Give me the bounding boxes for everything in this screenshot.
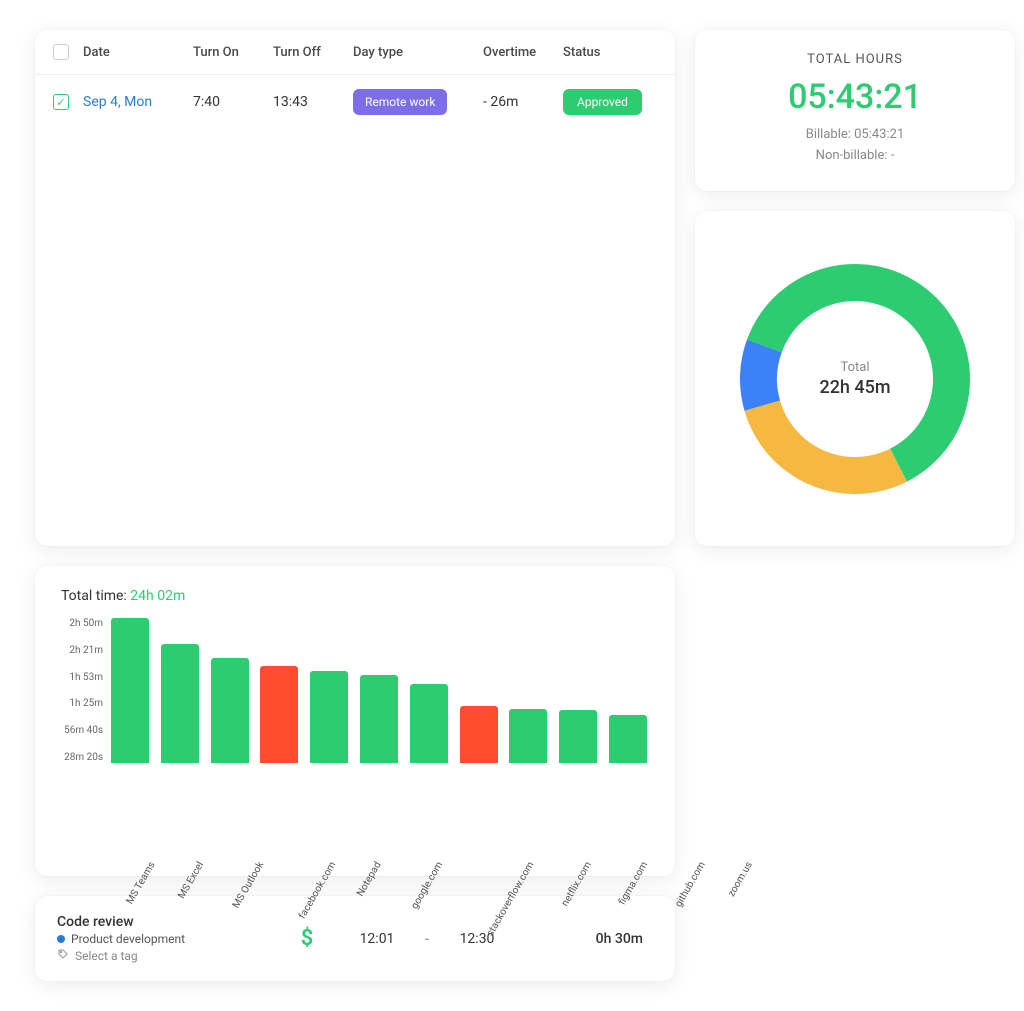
tag-icon	[57, 948, 69, 963]
header-turn-on: Turn On	[193, 45, 273, 60]
chart-title-prefix: Total time:	[61, 588, 130, 604]
row-turn-off: 13:43	[273, 94, 353, 110]
donut-center-label: Total	[819, 360, 890, 375]
select-all-checkbox[interactable]	[53, 44, 69, 60]
day-type-badge: Remote work	[353, 89, 447, 115]
time-dash: -	[417, 929, 437, 948]
chart-bar[interactable]	[109, 618, 151, 763]
attendance-header-row: Date Turn On Turn Off Day type Overtime …	[35, 30, 675, 75]
chart-bar[interactable]	[408, 618, 450, 763]
status-badge: Approved	[563, 89, 642, 115]
task-tag-placeholder: Select a tag	[75, 949, 138, 963]
total-hours-title: TOTAL HOURS	[717, 52, 993, 67]
chart-x-labels: MS TeamsMS ExcelMS Outlookfacebook.comNo…	[109, 854, 649, 914]
donut-segment[interactable]	[740, 339, 782, 410]
project-color-dot	[57, 935, 65, 943]
header-date: Date	[83, 45, 193, 60]
header-turn-off: Turn Off	[273, 45, 353, 60]
task-tag-selector[interactable]: Select a tag	[57, 948, 267, 963]
chart-bar[interactable]	[159, 618, 201, 763]
chart-title: Total time: 24h 02m	[61, 588, 649, 604]
task-project[interactable]: Product development	[57, 932, 267, 946]
attendance-row[interactable]: ✓ Sep 4, Mon 7:40 13:43 Remote work - 26…	[35, 75, 675, 129]
chart-bar[interactable]	[557, 618, 599, 763]
row-turn-on: 7:40	[193, 94, 273, 110]
chart-bar[interactable]	[209, 618, 251, 763]
total-hours-value: 05:43:21	[717, 77, 993, 117]
time-chart-card: Total time: 24h 02m 2h 50m2h 21m1h 53m1h…	[35, 566, 675, 876]
attendance-table: Date Turn On Turn Off Day type Overtime …	[35, 30, 675, 546]
row-date-link[interactable]: Sep 4, Mon	[83, 94, 193, 110]
donut-chart-card: Total 22h 45m	[695, 211, 1015, 546]
header-overtime: Overtime	[483, 45, 563, 60]
chart-bar[interactable]	[458, 618, 500, 763]
nonbillable-label: Non-billable: -	[717, 148, 993, 163]
row-overtime: - 26m	[483, 94, 563, 110]
chart-y-axis: 2h 50m2h 21m1h 53m1h 25m56m 40s28m 20s	[61, 618, 109, 763]
chart-bars	[109, 618, 649, 763]
task-project-label: Product development	[71, 932, 185, 946]
chart-bar[interactable]	[508, 618, 550, 763]
billable-label: Billable: 05:43:21	[717, 127, 993, 142]
chart-bar[interactable]	[358, 618, 400, 763]
chart-bar[interactable]	[607, 618, 649, 763]
header-status: Status	[563, 45, 663, 60]
donut-segment[interactable]	[744, 400, 906, 494]
chart-title-value: 24h 02m	[130, 588, 185, 604]
row-checkbox[interactable]: ✓	[53, 94, 69, 110]
chart-bar[interactable]	[258, 618, 300, 763]
total-hours-card: TOTAL HOURS 05:43:21 Billable: 05:43:21 …	[695, 30, 1015, 191]
header-day-type: Day type	[353, 45, 483, 60]
chart-bar[interactable]	[308, 618, 350, 763]
donut-center-value: 22h 45m	[819, 377, 890, 398]
